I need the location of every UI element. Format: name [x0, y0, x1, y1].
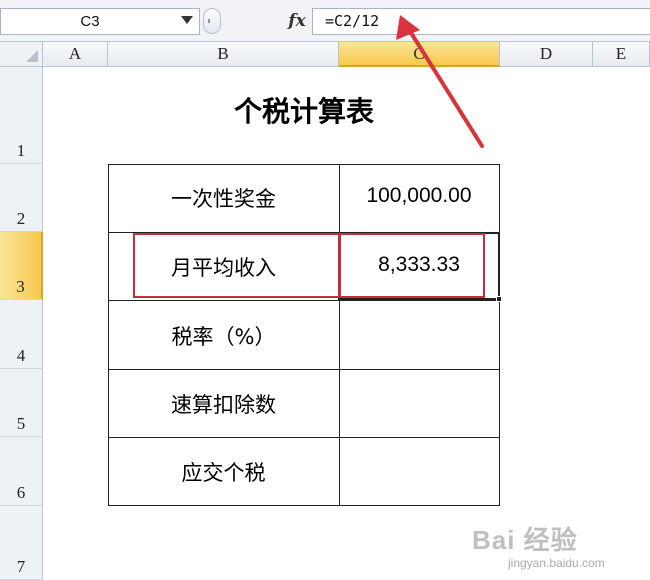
column-header-c[interactable]: C [339, 42, 500, 67]
table-border-row-5 [108, 437, 500, 438]
formula-input[interactable]: =C2/12 [312, 8, 650, 35]
table-border-row-4 [108, 369, 500, 370]
name-box-value: C3 [80, 13, 100, 30]
column-header-d[interactable]: D [500, 42, 593, 67]
watermark-url: jingyan.baidu.com [508, 556, 605, 570]
fill-handle[interactable] [496, 296, 502, 302]
row-header-4[interactable]: 4 [0, 300, 43, 369]
chevron-down-icon[interactable] [181, 16, 193, 24]
row-header-6[interactable]: 6 [0, 437, 43, 506]
formula-bar: C3 fx =C2/12 [0, 0, 650, 42]
name-box[interactable]: C3 [0, 8, 200, 35]
grip-icon [208, 19, 210, 23]
highlight-box-value [339, 233, 485, 298]
cell-b5[interactable]: 速算扣除数 [108, 389, 339, 419]
table-border-bottom [108, 505, 500, 506]
sheet-title[interactable]: 个税计算表 [108, 90, 500, 134]
cell-c2[interactable]: 100,000.00 [339, 184, 499, 208]
row-header-1[interactable]: 1 [0, 67, 43, 164]
cell-b6[interactable]: 应交个税 [108, 457, 339, 487]
formula-text: =C2/12 [325, 12, 380, 30]
row-header-7[interactable]: 7 [0, 506, 43, 580]
row-header-3[interactable]: 3 [0, 232, 43, 300]
column-header-b[interactable]: B [108, 42, 339, 67]
column-header-e[interactable]: E [593, 42, 650, 67]
cell-b2[interactable]: 一次性奖金 [108, 183, 339, 213]
row-header-5[interactable]: 5 [0, 369, 43, 437]
table-border-right [499, 164, 500, 506]
table-border-row-3 [108, 300, 500, 301]
table-border-top [108, 164, 500, 165]
row-header-2[interactable]: 2 [0, 164, 43, 232]
select-all-icon [26, 50, 38, 62]
column-header-a[interactable]: A [43, 42, 108, 67]
watermark-logo: Bai 经验 [472, 525, 578, 555]
watermark: Bai 经验 jingyan.baidu.com [472, 520, 642, 576]
select-all-corner[interactable] [0, 42, 43, 67]
insert-function-icon[interactable]: fx [282, 8, 312, 34]
highlight-box-label [133, 233, 340, 298]
cell-b4[interactable]: 税率（%） [108, 321, 339, 351]
formula-bar-splitter-handle[interactable] [203, 8, 221, 34]
table-border-middle [339, 164, 340, 506]
